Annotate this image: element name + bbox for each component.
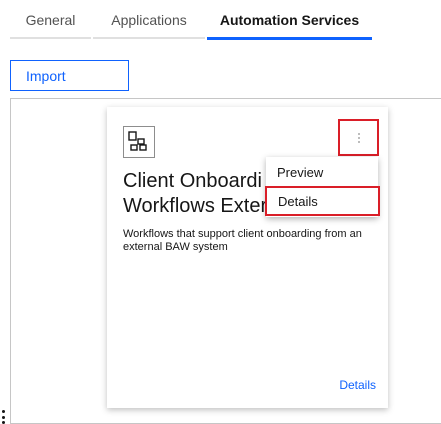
import-button[interactable]: Import [10, 60, 129, 91]
menu-item-preview[interactable]: Preview [266, 158, 378, 186]
tab-bar: General Applications Automation Services [0, 0, 441, 40]
app-grid-icon [123, 126, 155, 158]
tab-underline [207, 37, 372, 40]
kebab-icon [357, 132, 360, 143]
tab-automation-services[interactable]: Automation Services [207, 0, 372, 40]
overflow-menu-button[interactable] [338, 119, 379, 156]
tab-label: Automation Services [219, 12, 360, 28]
card-details-link[interactable]: Details [339, 378, 376, 392]
tab-general[interactable]: General [10, 0, 91, 40]
tab-applications[interactable]: Applications [93, 0, 205, 40]
import-button-label: Import [26, 67, 66, 84]
tab-label: General [25, 12, 76, 28]
overflow-menu: Preview Details [265, 157, 380, 217]
overflow-dots-icon[interactable] [2, 410, 6, 424]
tab-underline [93, 37, 205, 39]
card-description: Workflows that support client onboarding… [123, 228, 362, 253]
menu-item-details[interactable]: Details [265, 186, 380, 216]
tab-underline [10, 37, 91, 39]
tab-label: Applications [111, 12, 187, 28]
app-grid-icon-graphic [128, 131, 147, 151]
